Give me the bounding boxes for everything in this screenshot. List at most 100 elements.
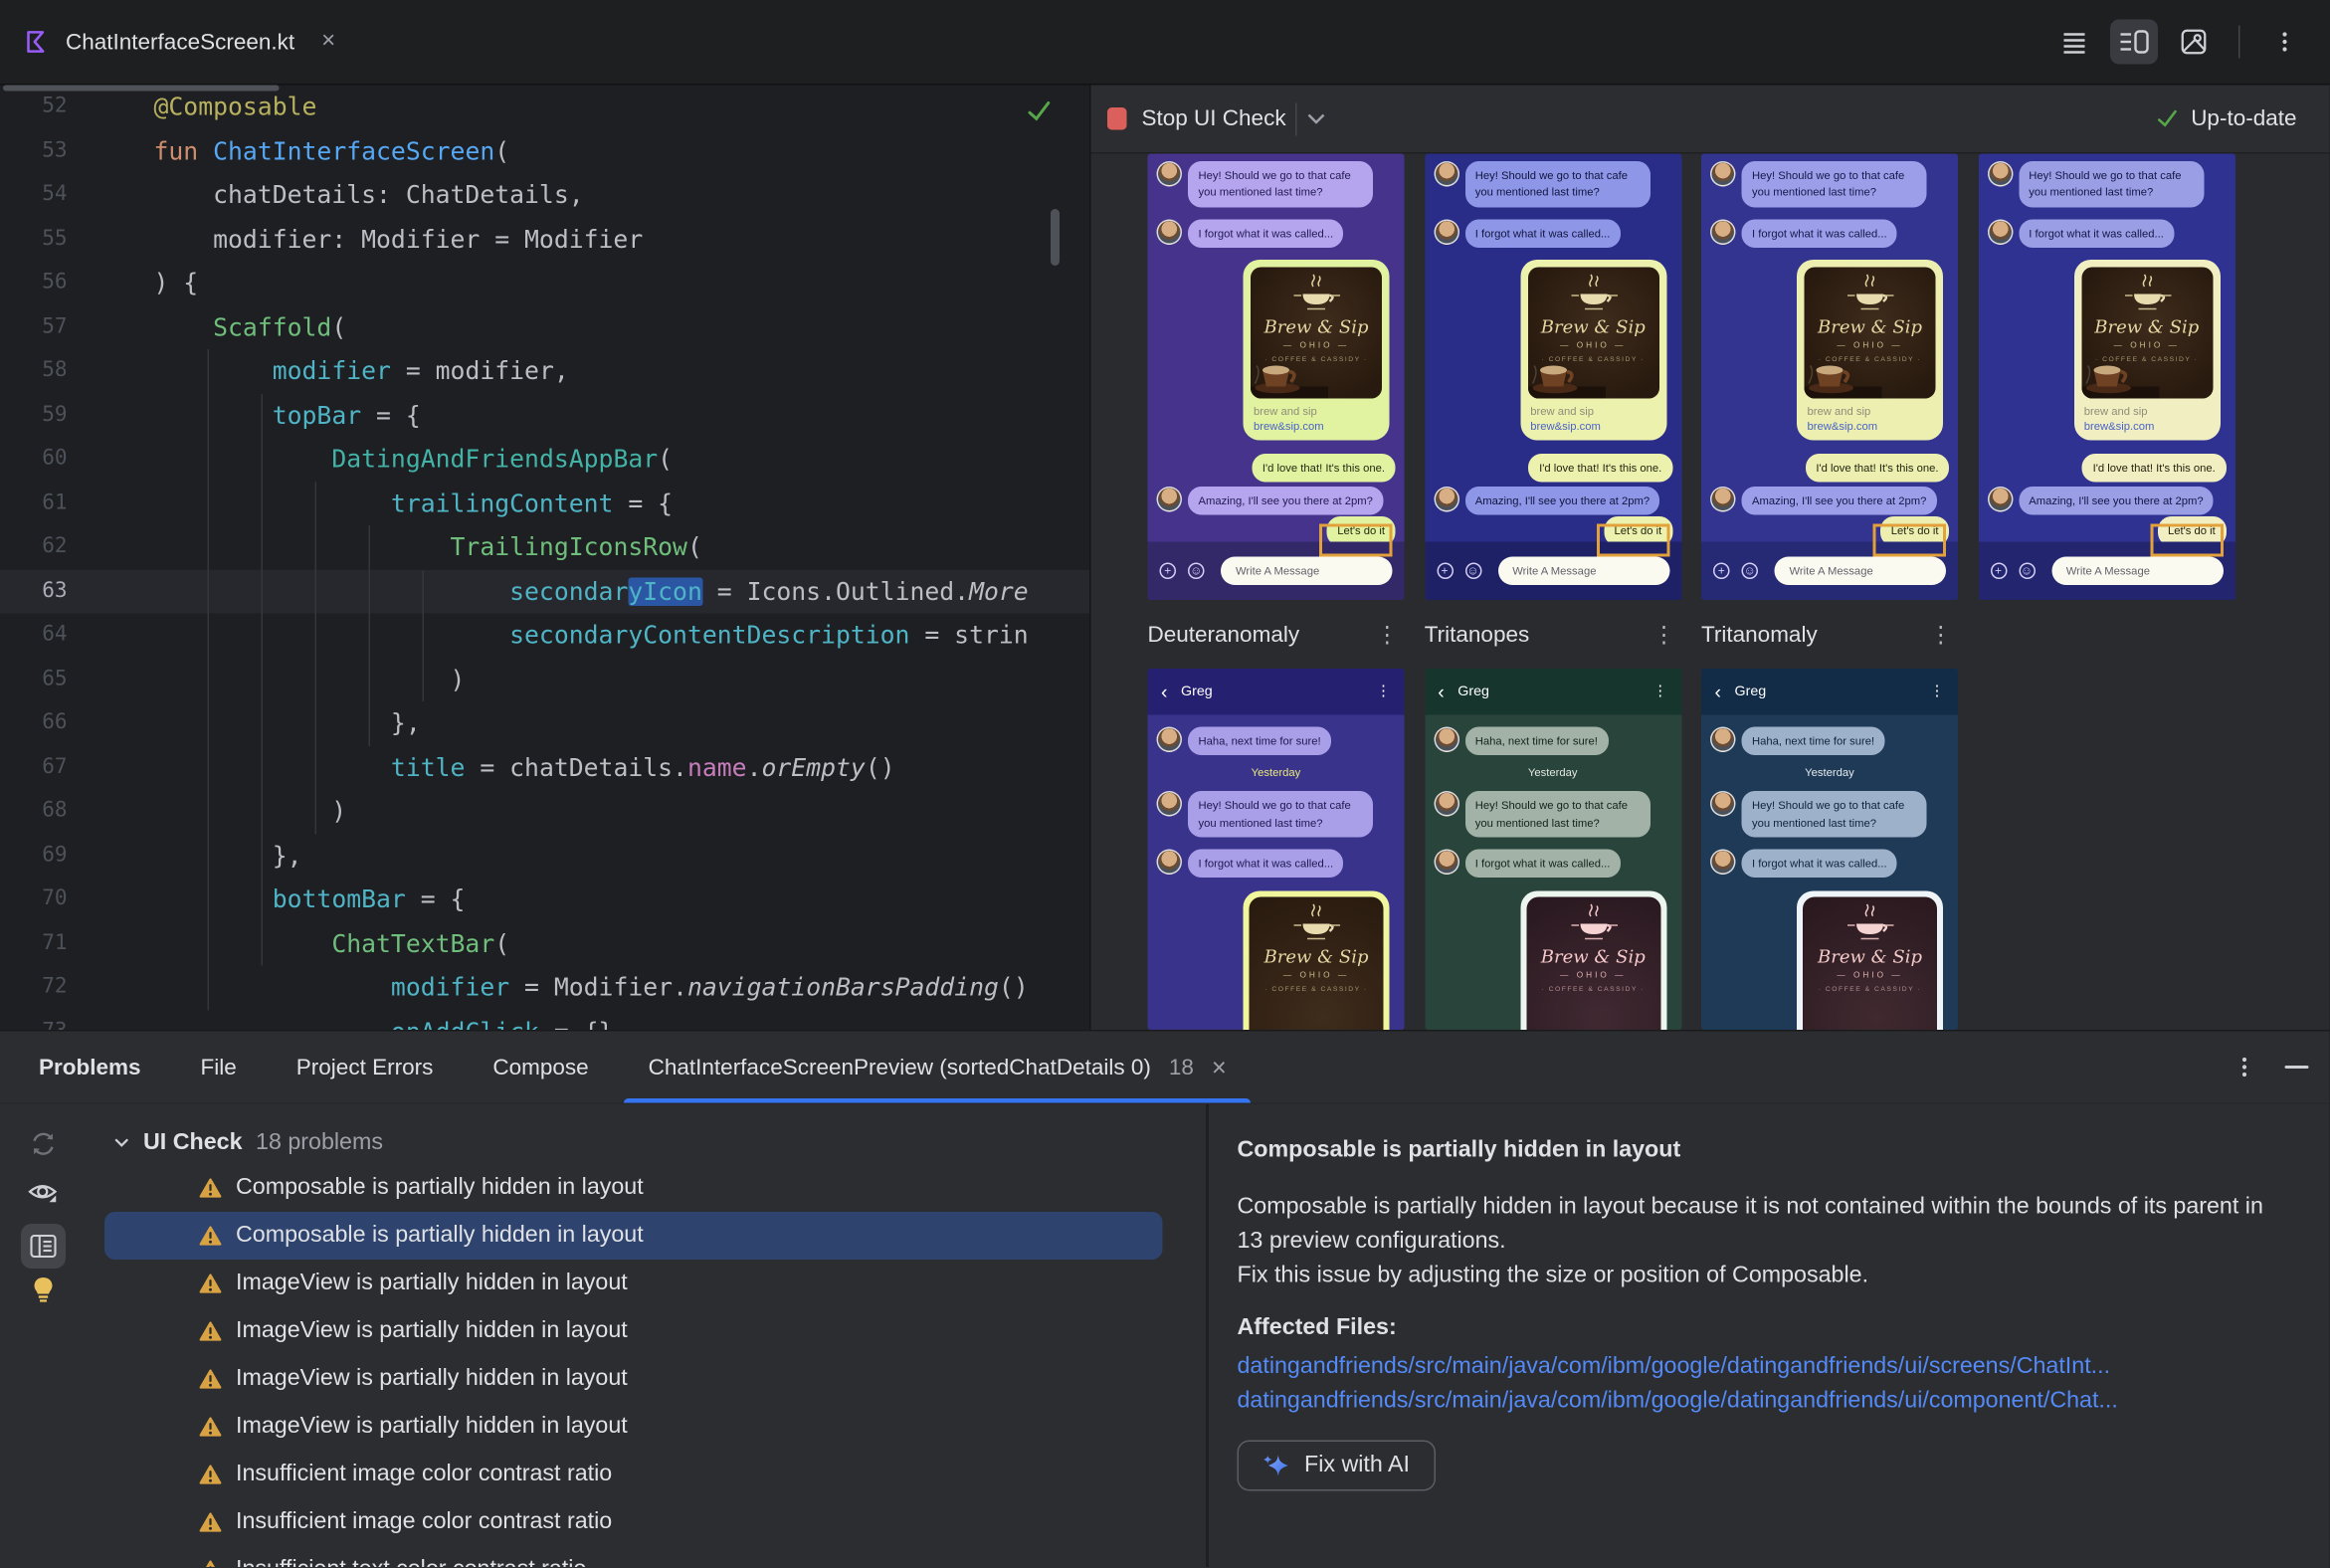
line-number: 56 — [42, 270, 68, 294]
preview-phone[interactable]: Hey! Should we go to that cafe you menti… — [1147, 153, 1405, 600]
preview-phone[interactable]: ‹ Greg ⋮ Haha, next time for sure! Yeste… — [1701, 669, 1958, 1030]
tab-close-icon[interactable]: × — [321, 29, 335, 56]
problem-item[interactable]: Composable is partially hidden in layout — [104, 1212, 1163, 1260]
refresh-icon[interactable] — [29, 1130, 58, 1166]
code-line[interactable]: 60 DatingAndFriendsAppBar( — [0, 438, 1089, 482]
code-line[interactable]: 71 ChatTextBar( — [0, 921, 1089, 965]
message-input[interactable]: Write A Message — [1497, 556, 1669, 585]
code-line[interactable]: 65 ) — [0, 658, 1089, 701]
add-icon[interactable]: + — [1159, 562, 1176, 579]
line-number: 64 — [42, 622, 68, 647]
preview-phone[interactable]: Hey! Should we go to that cafe you menti… — [1701, 153, 1958, 600]
panel-tab[interactable]: Problems — [9, 1032, 171, 1103]
code-editor[interactable]: 52 @Composable 53 fun ChatInterfaceScreen(5… — [0, 85, 1091, 1030]
more-vertical-icon[interactable] — [2234, 1057, 2255, 1078]
problem-item[interactable]: ImageView is partially hidden in layout — [104, 1307, 1163, 1355]
preview-panel: Stop UI Check Up-to-date Hey! Should we … — [1090, 85, 2330, 1030]
vertical-scrollbar[interactable] — [1051, 209, 1060, 266]
problems-group-header[interactable]: UI Check 18 problems — [86, 1121, 1207, 1165]
chevron-down-icon[interactable] — [1305, 112, 1326, 126]
code-line[interactable]: 64 secondaryContentDescription = strin — [0, 614, 1089, 658]
avatar — [1987, 218, 2013, 245]
code-line[interactable]: 54 chatDetails: ChatDetails, — [0, 173, 1089, 217]
problem-item[interactable]: ImageView is partially hidden in layout — [104, 1403, 1163, 1451]
preview-phone[interactable]: ‹ Greg ⋮ Haha, next time for sure! Yeste… — [1147, 669, 1405, 1030]
code-line[interactable]: 63 secondaryIcon = Icons.Outlined.More — [0, 569, 1089, 614]
add-icon[interactable]: + — [1436, 562, 1454, 579]
preview-image-icon[interactable] — [2170, 20, 2218, 65]
stop-ui-check-button[interactable]: Stop UI Check — [1142, 106, 1286, 132]
affected-file-link[interactable]: datingandfriends/src/main/java/com/ibm/g… — [1238, 1384, 2285, 1419]
problem-item[interactable]: ImageView is partially hidden in layout — [104, 1355, 1163, 1403]
split-view-icon[interactable] — [2110, 19, 2158, 65]
chat-bubble: I forgot what it was called... — [1188, 218, 1344, 248]
preview-eye-icon[interactable] — [26, 1179, 59, 1215]
steam-cup-logo-icon — [1293, 903, 1340, 940]
card-link[interactable]: brew&sip.com — [2084, 419, 2210, 433]
layout-view-icon[interactable] — [20, 1224, 66, 1269]
divider — [2238, 25, 2240, 59]
hide-panel-icon[interactable] — [2284, 1065, 2309, 1071]
code-line[interactable]: 70 bottomBar = { — [0, 878, 1089, 921]
code-line[interactable]: 62 TrailingIconsRow( — [0, 525, 1089, 569]
problem-item[interactable]: Insufficient image color contrast ratio — [104, 1451, 1163, 1498]
code-line[interactable]: 57 Scaffold( — [0, 305, 1089, 349]
avatar — [1433, 161, 1459, 187]
code-line[interactable]: 73 onAddClick = {} — [0, 1010, 1089, 1030]
emoji-icon[interactable]: ☺ — [1188, 562, 1205, 579]
more-vertical-icon[interactable] — [2261, 20, 2309, 65]
fix-with-ai-button[interactable]: Fix with AI — [1237, 1440, 1436, 1491]
chat-bubble: Amazing, I'll see you there at 2pm? — [1188, 487, 1384, 515]
editor-tab[interactable]: ChatInterfaceScreen.kt × — [0, 0, 359, 84]
problem-item[interactable]: ImageView is partially hidden in layout — [104, 1260, 1163, 1307]
code-line[interactable]: 69 }, — [0, 834, 1089, 878]
preview-config-label: Tritanomaly ⋮ — [1701, 621, 1958, 648]
lightbulb-icon[interactable] — [30, 1276, 56, 1312]
card-link[interactable]: brew&sip.com — [1530, 419, 1655, 433]
code-line[interactable]: 59 topBar = { — [0, 393, 1089, 437]
add-icon[interactable]: + — [1713, 562, 1730, 579]
code-line[interactable]: 66 }, — [0, 701, 1089, 745]
add-icon[interactable]: + — [1990, 562, 2007, 579]
tab-close-icon[interactable]: × — [1212, 1055, 1227, 1080]
emoji-icon[interactable]: ☺ — [1464, 562, 1481, 579]
horizontal-scrollbar[interactable] — [3, 85, 280, 92]
avatar — [1433, 849, 1459, 875]
code-line[interactable]: 61 trailingContent = { — [0, 482, 1089, 525]
panel-tab[interactable]: ChatInterfaceScreenPreview (sortedChatDe… — [619, 1032, 1257, 1103]
card-link[interactable]: brew&sip.com — [1254, 419, 1379, 433]
message-input[interactable]: Write A Message — [1221, 556, 1393, 585]
emoji-icon[interactable]: ☺ — [2018, 562, 2036, 579]
affected-file-link[interactable]: datingandfriends/src/main/java/com/ibm/g… — [1238, 1349, 2285, 1384]
code-view-icon[interactable] — [2050, 20, 2098, 65]
code-line[interactable]: 53 fun ChatInterfaceScreen( — [0, 129, 1089, 173]
code-line[interactable]: 72 modifier = Modifier.navigationBarsPad… — [0, 966, 1089, 1010]
code-line[interactable]: 52 @Composable — [0, 86, 1089, 129]
emoji-icon[interactable]: ☺ — [1741, 562, 1758, 579]
problem-item[interactable]: Composable is partially hidden in layout — [104, 1164, 1163, 1212]
card-link[interactable]: brew&sip.com — [1808, 419, 1933, 433]
contact-name: Greg — [1734, 684, 1767, 700]
indent-guide — [261, 394, 263, 966]
preview-more-icon[interactable]: ⋮ — [1924, 621, 1959, 649]
code-line[interactable]: 56) { — [0, 262, 1089, 305]
problem-item[interactable]: Insufficient text color contrast ratio — [104, 1546, 1163, 1567]
card-caption: brew and sip — [1254, 404, 1317, 418]
panel-tab[interactable]: Compose — [463, 1032, 618, 1103]
message-input[interactable]: Write A Message — [2050, 556, 2224, 585]
preview-phone[interactable]: ‹ Greg ⋮ Haha, next time for sure! Yeste… — [1424, 669, 1681, 1030]
preview-phone[interactable]: Hey! Should we go to that cafe you menti… — [1978, 153, 2235, 600]
preview-phone[interactable]: Hey! Should we go to that cafe you menti… — [1424, 153, 1681, 600]
panel-tab[interactable]: Project Errors — [267, 1032, 464, 1103]
code-line[interactable]: 68 ) — [0, 790, 1089, 834]
message-input[interactable]: Write A Message — [1774, 556, 1946, 585]
panel-tab[interactable]: File — [171, 1032, 267, 1103]
inspections-ok-icon[interactable] — [1027, 100, 1053, 123]
code-line[interactable]: 67 title = chatDetails.name.orEmpty() — [0, 745, 1089, 789]
preview-more-icon[interactable]: ⋮ — [1647, 621, 1681, 649]
problem-item[interactable]: Insufficient image color contrast ratio — [104, 1498, 1163, 1546]
code-line[interactable]: 55 modifier: Modifier = Modifier — [0, 217, 1089, 261]
preview-more-icon[interactable]: ⋮ — [1370, 621, 1405, 649]
avatar — [1710, 726, 1736, 752]
code-line[interactable]: 58 modifier = modifier, — [0, 349, 1089, 393]
